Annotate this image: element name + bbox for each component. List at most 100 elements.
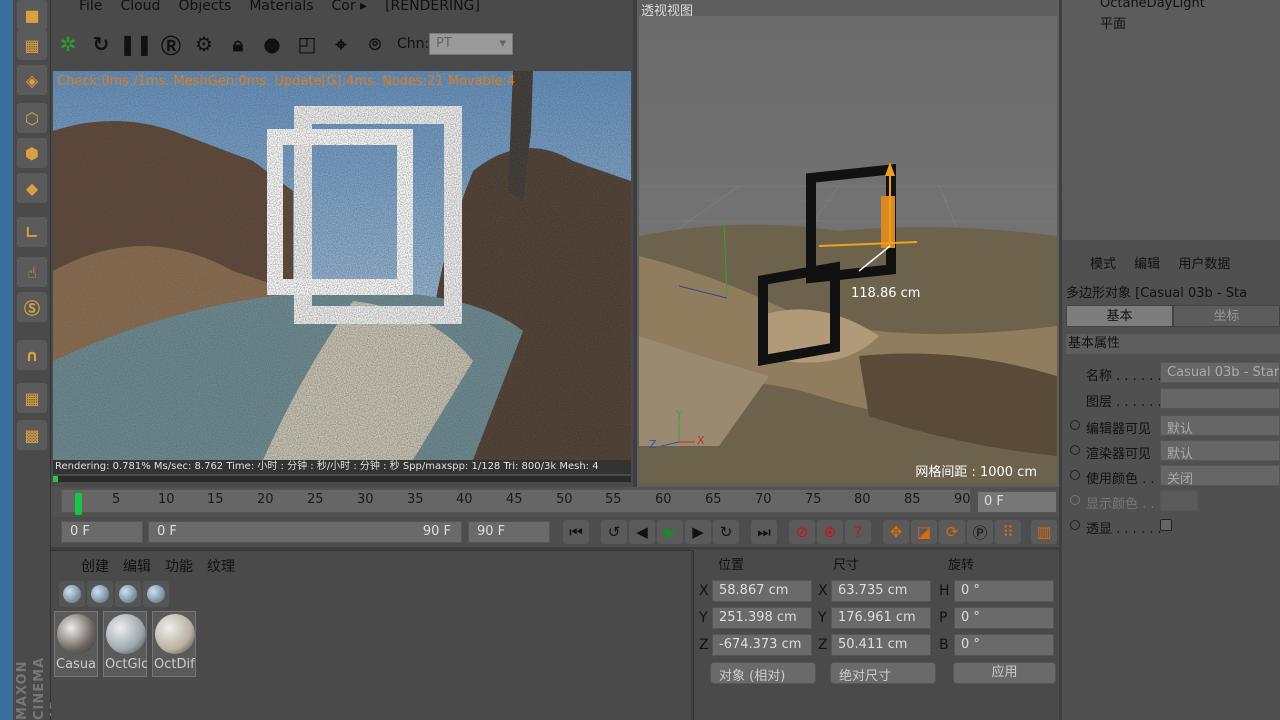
render-scene (53, 71, 631, 460)
size-y-field[interactable]: 176.961 cm (831, 607, 931, 629)
menu-objects[interactable]: Objects (178, 0, 231, 14)
object-item-plane[interactable]: 平面 (1100, 13, 1126, 32)
next-key-icon[interactable]: ↻ (713, 520, 739, 544)
render-visible-select[interactable]: 默认 (1160, 440, 1280, 461)
end-frame-field[interactable]: 90 F (468, 521, 550, 543)
size-z-field[interactable]: 50.411 cm (831, 634, 931, 656)
polygon-mode-icon[interactable]: ◆ (17, 173, 47, 203)
menu-compare[interactable]: Cor ▸ (332, 0, 368, 14)
step-back-icon[interactable]: ◀ (629, 520, 655, 544)
frame-range-slider[interactable]: 0 F 90 F (148, 521, 462, 543)
render-preview-image[interactable]: Check:0ms./1ms. MeshGen:0ms. Update[G]:4… (53, 71, 631, 460)
position-y-field[interactable]: 251.398 cm (712, 607, 812, 629)
attr-menu-userdata[interactable]: 用户数据 (1178, 257, 1230, 272)
lock-icon[interactable]: 🔒︎ (225, 31, 251, 57)
pick-material-icon[interactable]: ⌾ (362, 31, 388, 57)
tweak-tool-icon[interactable]: ☝ (17, 257, 47, 287)
scale-key-icon[interactable]: ◪ (911, 520, 937, 544)
tick-label: 80 (854, 492, 871, 507)
layer-input[interactable] (1160, 388, 1280, 409)
apply-button[interactable]: 应用 (953, 662, 1056, 684)
material-swatch-octglossy[interactable]: OctGlc (103, 611, 147, 677)
tick-label: 75 (805, 492, 822, 507)
snap-s-icon[interactable]: Ⓢ (17, 292, 47, 322)
attr-menu-mode[interactable]: 模式 (1090, 257, 1116, 272)
filter-all-sphere-icon[interactable] (59, 581, 85, 607)
coordinate-mode-dropdown[interactable]: 对象 (相对) (710, 662, 816, 684)
perspective-viewport[interactable]: 透视视图 Y X Z 118.86 cm 网格间距: 1000 cm (637, 0, 1059, 487)
timeline-layout-icon[interactable]: ▥ (1031, 520, 1057, 544)
mat-menu-texture[interactable]: 纹理 (207, 556, 235, 576)
edge-mode-icon[interactable]: ⬢ (17, 138, 47, 168)
filter-glass-sphere-icon[interactable] (115, 581, 141, 607)
rotation-h-field[interactable]: 0 ° (954, 580, 1054, 602)
grid-plane-icon[interactable]: ◈ (17, 65, 47, 95)
play-icon[interactable]: ▶ (657, 520, 683, 544)
keyframe-selection-icon[interactable]: ? (845, 520, 871, 544)
anim-radio[interactable] (1070, 420, 1080, 430)
pause-render-icon[interactable]: ❚❚ (119, 31, 153, 57)
move-key-icon[interactable]: ✥ (883, 520, 909, 544)
position-x-field[interactable]: 58.867 cm (712, 580, 812, 602)
pick-focus-icon[interactable]: ⌖ (328, 31, 354, 57)
tab-basic[interactable]: 基本 (1066, 305, 1173, 327)
object-item-daylight[interactable]: OctaneDayLight (1100, 0, 1205, 11)
axis-tool-icon[interactable]: ∟ (17, 217, 47, 247)
auto-key-icon[interactable]: ⊛ (817, 520, 843, 544)
param-key-icon[interactable]: Ⓟ (967, 520, 993, 544)
render-menu-bar: File Cloud Objects Materials Cor ▸ [REND… (51, 0, 633, 14)
filter-standard-sphere-icon[interactable] (87, 581, 113, 607)
polygon-cube-icon[interactable]: ⬡ (17, 103, 47, 133)
cube-tool-icon[interactable]: ■ (17, 0, 47, 30)
rotate-key-icon[interactable]: ⟳ (939, 520, 965, 544)
material-sphere-icon[interactable]: ● (259, 31, 285, 57)
current-frame-field[interactable]: 0 F (977, 491, 1057, 513)
material-swatch-casual[interactable]: Casua (54, 611, 98, 677)
mat-menu-create[interactable]: 创建 (81, 556, 109, 576)
xray-checkbox[interactable] (1160, 519, 1172, 531)
size-mode-dropdown[interactable]: 绝对尺寸 (830, 662, 936, 684)
viewport-canvas[interactable]: Y X Z 118.86 cm 网格间距 : 1000 cm (639, 16, 1057, 484)
step-forward-icon[interactable]: ▶︎ (685, 520, 711, 544)
material-filter-bar (59, 581, 169, 607)
rotation-p-field[interactable]: 0 ° (954, 607, 1054, 629)
timeline-ruler[interactable]: 0 5 10 15 20 25 30 35 40 45 50 55 60 65 … (61, 489, 971, 515)
mat-menu-edit[interactable]: 编辑 (123, 556, 151, 576)
workplane-lock-icon[interactable]: ▦ (17, 383, 47, 413)
position-z-field[interactable]: -674.373 cm (712, 634, 812, 656)
anim-radio[interactable] (1070, 520, 1080, 530)
attr-menu-edit[interactable]: 编辑 (1134, 257, 1160, 272)
region-render-icon[interactable]: Ⓡ (158, 31, 184, 58)
go-to-end-icon[interactable]: ⏭ (751, 520, 777, 544)
axis-label: Z (699, 637, 709, 653)
frame-region-icon[interactable]: ◰ (294, 31, 320, 57)
go-to-start-icon[interactable]: ⏮ (563, 520, 589, 544)
settings-gear-icon[interactable]: ⚙ (191, 31, 217, 57)
start-frame-field[interactable]: 0 F (61, 521, 143, 543)
send-scene-gear-icon[interactable]: ✲ (55, 31, 81, 57)
checker-icon[interactable]: ▦ (17, 30, 47, 60)
name-input[interactable]: Casual 03b - Star (1160, 362, 1280, 383)
use-color-select[interactable]: 关闭 (1160, 465, 1280, 486)
material-swatch-octdiffuse[interactable]: OctDif (152, 611, 196, 677)
anim-radio[interactable] (1070, 445, 1080, 455)
workplane-icon[interactable]: ▩ (17, 420, 47, 450)
tab-coordinates[interactable]: 坐标 (1173, 305, 1280, 327)
menu-file[interactable]: File (79, 0, 102, 14)
restart-render-icon[interactable]: ↻ (88, 31, 114, 57)
mat-menu-function[interactable]: 功能 (165, 556, 193, 576)
pla-key-icon[interactable]: ⠿ (995, 520, 1021, 544)
filter-octane-sphere-icon[interactable] (143, 581, 169, 607)
anim-radio[interactable] (1070, 470, 1080, 480)
editor-visible-select[interactable]: 默认 (1160, 415, 1280, 436)
axis-label: Y (818, 610, 827, 626)
size-x-field[interactable]: 63.735 cm (831, 580, 931, 602)
prev-key-icon[interactable]: ↺ (601, 520, 627, 544)
rotation-b-field[interactable]: 0 ° (954, 634, 1054, 656)
channel-select[interactable]: PT ▾ (429, 33, 513, 55)
menu-cloud[interactable]: Cloud (120, 0, 160, 14)
record-key-icon[interactable]: ⊘ (789, 520, 815, 544)
menu-materials[interactable]: Materials (249, 0, 313, 14)
magnet-icon[interactable]: ∩ (17, 340, 47, 370)
timeline-playhead[interactable] (75, 493, 82, 515)
